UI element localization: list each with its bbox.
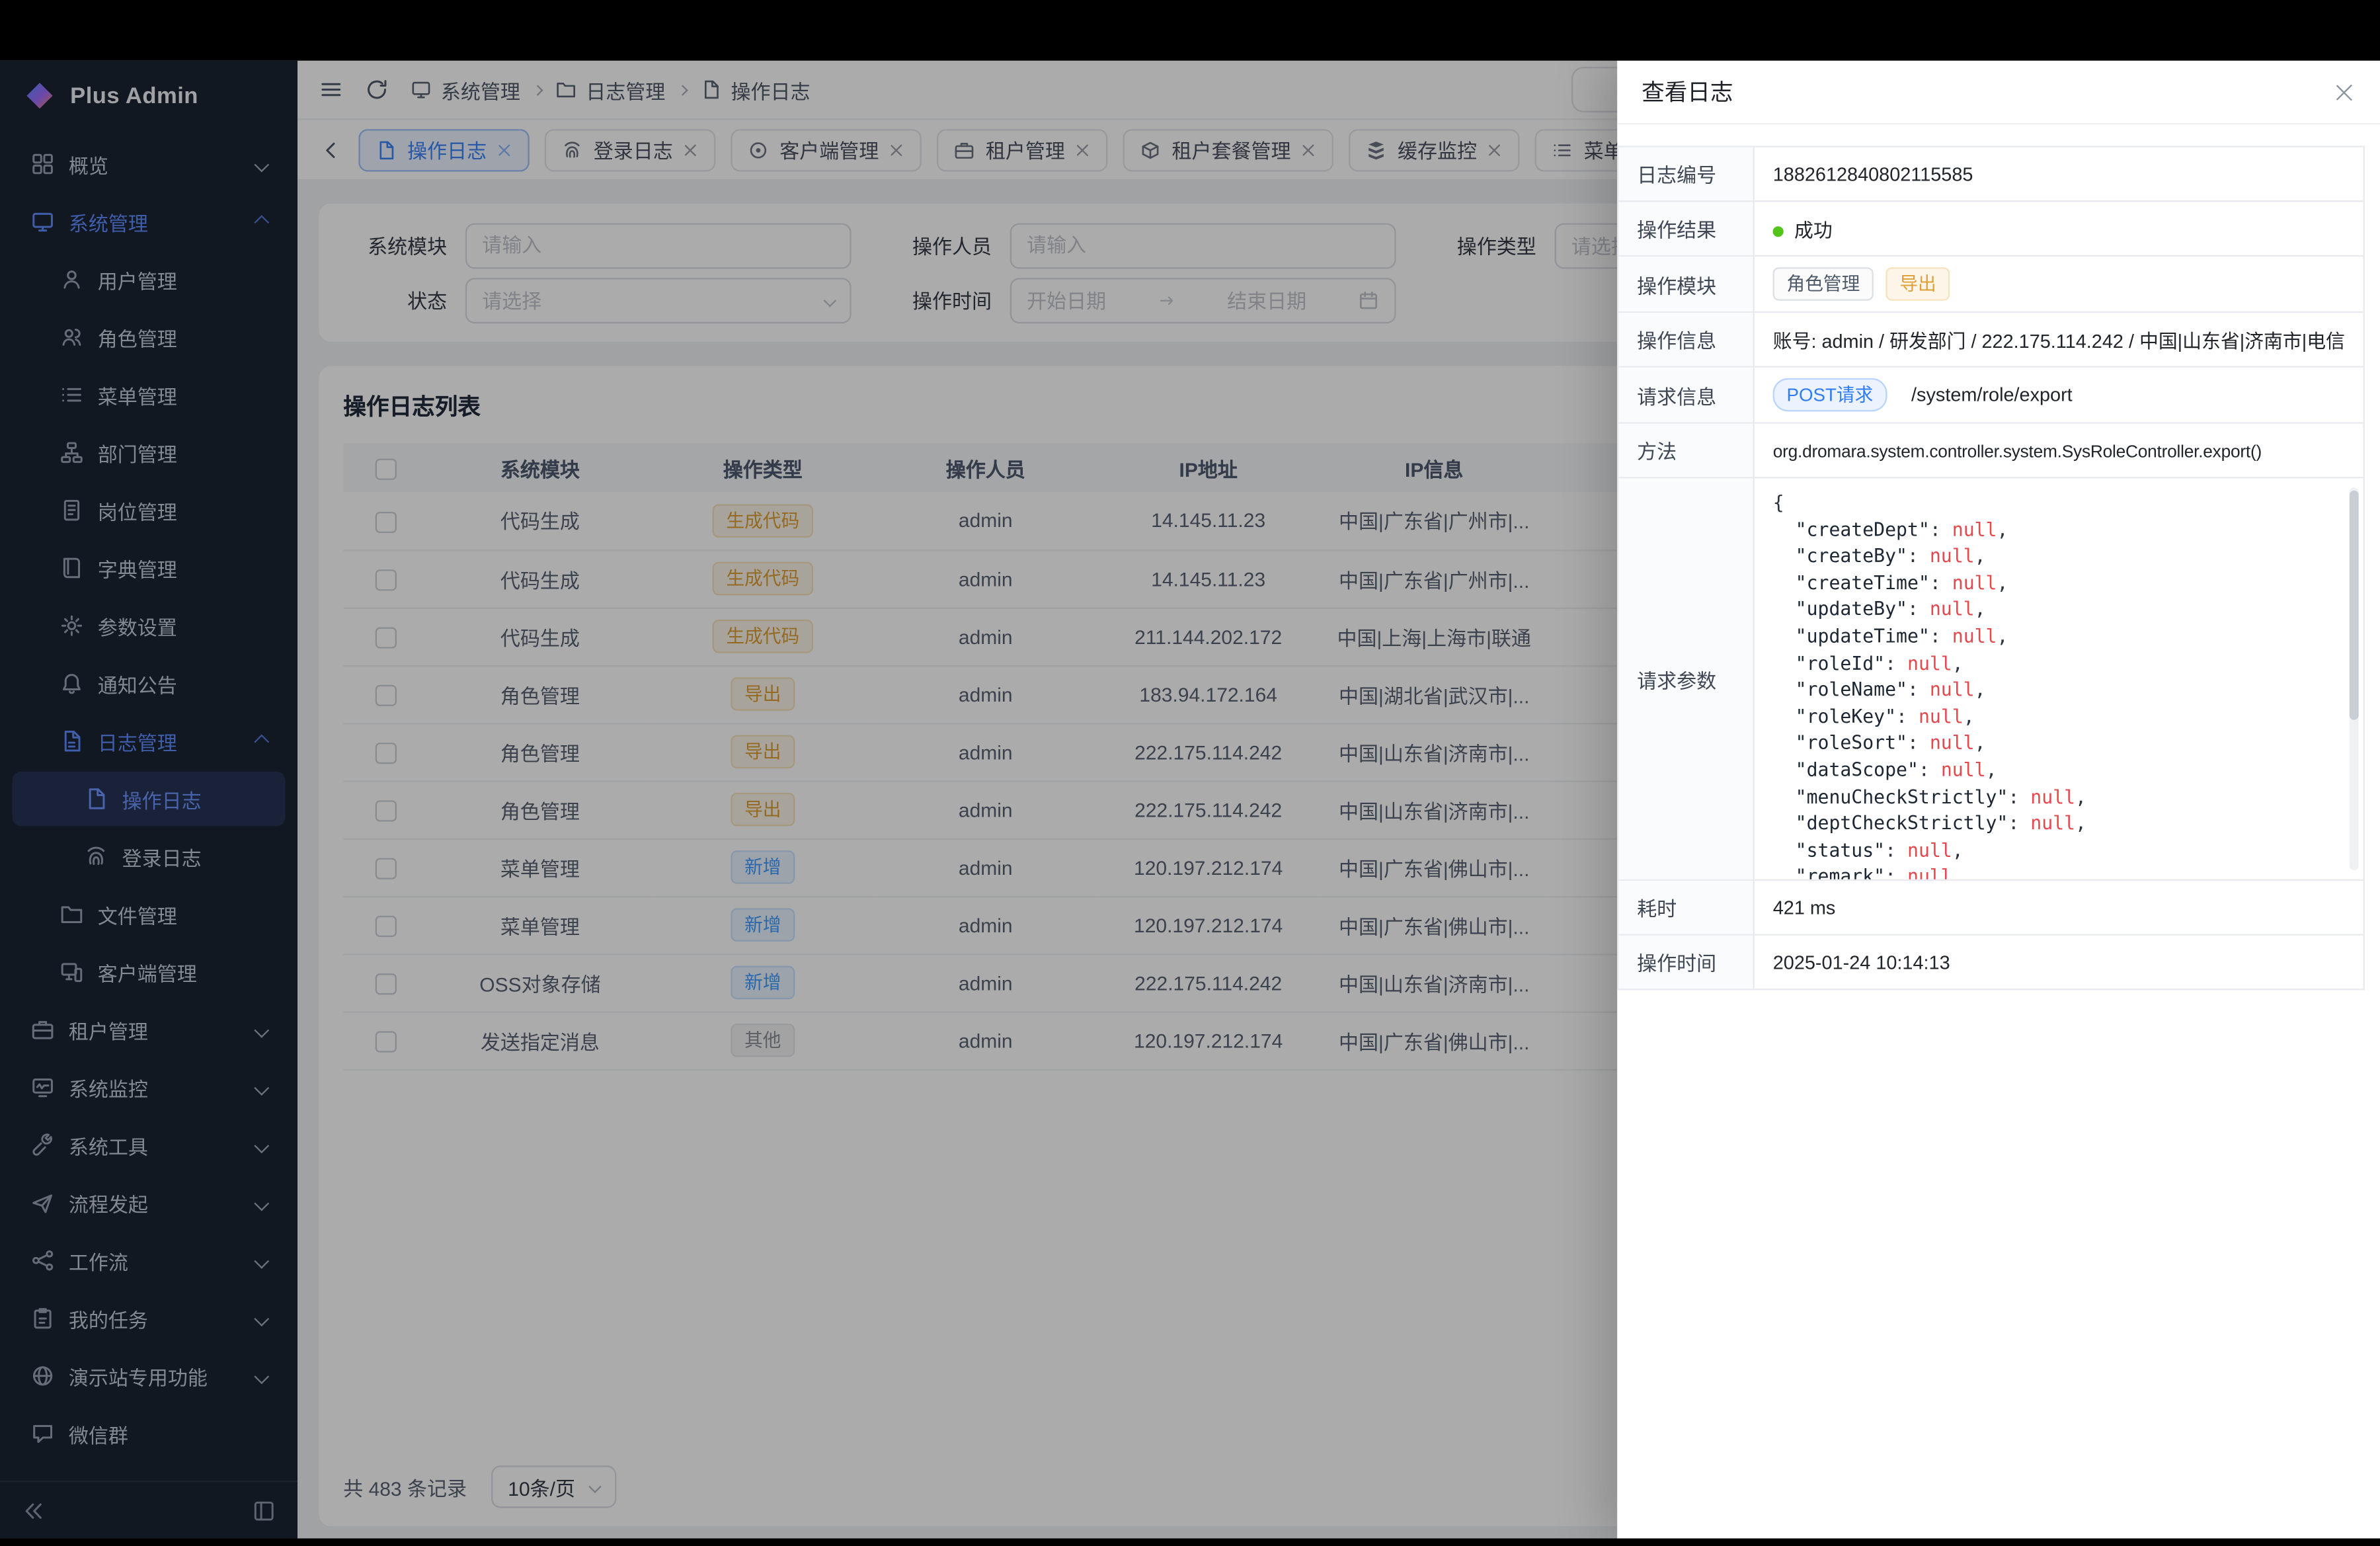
scrollbar[interactable] bbox=[2350, 487, 2359, 870]
detail-value: 成功 bbox=[1754, 201, 2364, 256]
json-null: null bbox=[1930, 679, 1975, 700]
json-null: null bbox=[1907, 839, 1952, 860]
request-params-json[interactable]: { "createDept": null, "createBy": null, … bbox=[1755, 478, 2363, 879]
detail-value: 421 ms bbox=[1754, 880, 2364, 935]
detail-label: 请求参数 bbox=[1618, 477, 1754, 880]
json-key: "dataScope" bbox=[1796, 759, 1919, 780]
detail-label: 日志编号 bbox=[1618, 147, 1754, 202]
json-null: null bbox=[2030, 786, 2075, 807]
detail-row: 请求参数{ "createDept": null, "createBy": nu… bbox=[1618, 477, 2363, 880]
json-null: null bbox=[1952, 519, 1997, 540]
json-key: "updateTime" bbox=[1796, 626, 1930, 647]
module-tag: 角色管理 bbox=[1773, 267, 1874, 301]
detail-text: 2025-01-24 10:14:13 bbox=[1773, 952, 1950, 973]
detail-row: 操作信息账号: admin / 研发部门 / 222.175.114.242 /… bbox=[1618, 312, 2363, 367]
json-key: "roleId" bbox=[1796, 653, 1885, 674]
drawer-header: 查看日志 bbox=[1617, 61, 2380, 124]
screen: Plus Admin 概览系统管理用户管理角色管理菜单管理部门管理岗位管理字典管… bbox=[0, 0, 2380, 1546]
json-null: null bbox=[1952, 572, 1997, 593]
json-key: "menuCheckStrictly" bbox=[1796, 786, 2008, 807]
detail-label: 方法 bbox=[1618, 423, 1754, 478]
detail-value: 2025-01-24 10:14:13 bbox=[1754, 935, 2364, 990]
detail-text: 421 ms bbox=[1773, 897, 1836, 918]
json-null: null bbox=[1952, 626, 1997, 647]
json-null: null bbox=[1941, 759, 1986, 780]
json-null: null bbox=[1907, 866, 1952, 879]
json-null: null bbox=[1930, 733, 1975, 754]
json-key: "roleName" bbox=[1796, 679, 1907, 700]
scrollbar-thumb[interactable] bbox=[2350, 491, 2359, 720]
json-key: "status" bbox=[1796, 839, 1885, 860]
json-key: "roleSort" bbox=[1796, 733, 1907, 754]
detail-row: 耗时 421 ms bbox=[1618, 880, 2363, 935]
detail-value: { "createDept": null, "createBy": null, … bbox=[1754, 477, 2364, 880]
detail-row: 日志编号 1882612840802115585 bbox=[1618, 147, 2363, 202]
json-key: "createTime" bbox=[1796, 572, 1930, 593]
json-null: null bbox=[1930, 546, 1975, 567]
json-key: "deptCheckStrictly" bbox=[1796, 813, 2008, 834]
json-key: "roleKey" bbox=[1796, 706, 1896, 727]
close-icon bbox=[2334, 81, 2356, 102]
detail-label: 操作时间 bbox=[1618, 935, 1754, 990]
detail-row: 操作时间 2025-01-24 10:14:13 bbox=[1618, 935, 2363, 990]
status-dot-icon bbox=[1773, 226, 1784, 237]
log-detail-table: 日志编号1882612840802115585操作结果成功操作模块角色管理导出操… bbox=[1617, 145, 2365, 990]
detail-label: 耗时 bbox=[1618, 880, 1754, 935]
detail-label: 操作信息 bbox=[1618, 312, 1754, 367]
module-tag: 导出 bbox=[1886, 267, 1950, 301]
json-null: null bbox=[1919, 706, 1964, 727]
detail-row: 方法 org.dromara.system.controller.system.S… bbox=[1618, 423, 2363, 478]
detail-label: 操作结果 bbox=[1618, 201, 1754, 256]
detail-value: org.dromara.system.controller.system.Sys… bbox=[1754, 423, 2364, 478]
status-text: 成功 bbox=[1794, 220, 1833, 241]
json-null: null bbox=[2030, 813, 2075, 834]
detail-text: 账号: admin / 研发部门 / 222.175.114.242 / 中国|… bbox=[1773, 331, 2345, 352]
detail-text: 1882612840802115585 bbox=[1773, 163, 1973, 184]
view-log-drawer: 查看日志 日志编号 1882612840802115585 操作结果 成功操作模块角色… bbox=[1617, 61, 2380, 1539]
detail-value: 账号: admin / 研发部门 / 222.175.114.242 / 中国|… bbox=[1754, 312, 2364, 367]
request-method-tag: POST请求 bbox=[1773, 378, 1887, 412]
request-url: /system/role/export bbox=[1911, 384, 2073, 405]
detail-label: 请求信息 bbox=[1618, 367, 1754, 423]
detail-row: 请求信息POST请求/system/role/export bbox=[1618, 367, 2363, 423]
json-key: "createBy" bbox=[1796, 546, 1907, 567]
detail-label: 操作模块 bbox=[1618, 256, 1754, 312]
detail-value: 1882612840802115585 bbox=[1754, 147, 2364, 202]
json-null: null bbox=[1930, 599, 1975, 620]
json-null: null bbox=[1907, 653, 1952, 674]
detail-value: POST请求/system/role/export bbox=[1754, 367, 2364, 423]
json-key: "remark" bbox=[1796, 866, 1885, 879]
json-key: "createDept" bbox=[1796, 519, 1930, 540]
json-key: "updateBy" bbox=[1796, 599, 1907, 620]
detail-value: 角色管理导出 bbox=[1754, 256, 2364, 312]
detail-row: 操作模块角色管理导出 bbox=[1618, 256, 2363, 312]
drawer-title: 查看日志 bbox=[1642, 76, 1733, 108]
detail-text: org.dromara.system.controller.system.Sys… bbox=[1773, 442, 2262, 461]
drawer-body: 日志编号1882612840802115585操作结果成功操作模块角色管理导出操… bbox=[1617, 124, 2380, 1538]
close-drawer-button[interactable] bbox=[2334, 81, 2356, 102]
detail-row: 操作结果 成功 bbox=[1618, 201, 2363, 256]
